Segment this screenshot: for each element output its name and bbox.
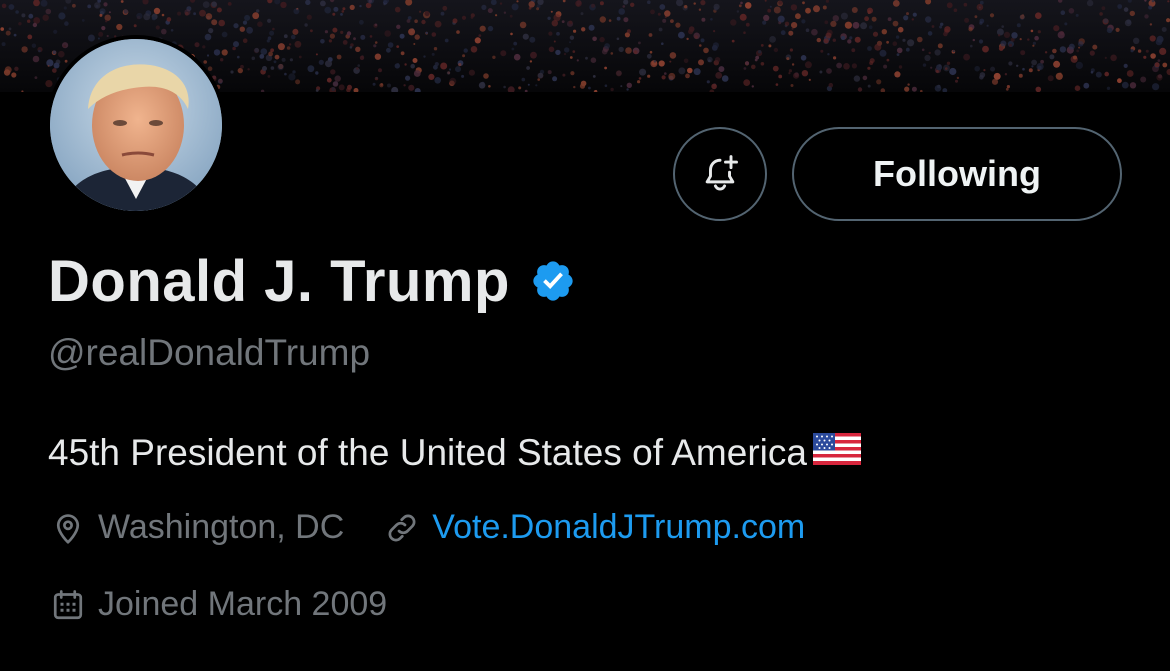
- profile-joined-row: Joined March 2009: [50, 585, 387, 624]
- profile-meta-row: Washington, DC Vote.DonaldJTrump.com: [50, 508, 805, 547]
- location-item: Washington, DC: [50, 508, 344, 547]
- calendar-icon: [53, 589, 83, 619]
- avatar-photo: [50, 39, 222, 211]
- website-link[interactable]: Vote.DonaldJTrump.com: [432, 508, 805, 547]
- location-text: Washington, DC: [98, 508, 345, 546]
- profile-bio: 45th President of the United States of A…: [48, 432, 861, 474]
- profile-handle: @realDonaldTrump: [48, 332, 371, 373]
- bell-plus-icon: [705, 155, 738, 191]
- following-button[interactable]: Following: [792, 127, 1122, 221]
- profile-avatar[interactable]: [46, 35, 226, 215]
- bio-text: 45th President of the United States of A…: [48, 432, 807, 473]
- display-name: Donald J. Trump: [48, 248, 510, 314]
- joined-text: Joined March 2009: [98, 585, 388, 623]
- joined-item: Joined March 2009: [50, 585, 387, 624]
- profile-name-row: Donald J. Trump: [48, 246, 576, 316]
- map-pin-icon: [56, 513, 80, 544]
- following-button-label: Following: [873, 153, 1041, 194]
- website-item[interactable]: Vote.DonaldJTrump.com: [384, 508, 805, 547]
- notifications-button[interactable]: [673, 127, 767, 221]
- flag-us-icon: [812, 432, 861, 474]
- link-icon: [388, 514, 416, 541]
- verified-badge-icon[interactable]: [530, 258, 576, 304]
